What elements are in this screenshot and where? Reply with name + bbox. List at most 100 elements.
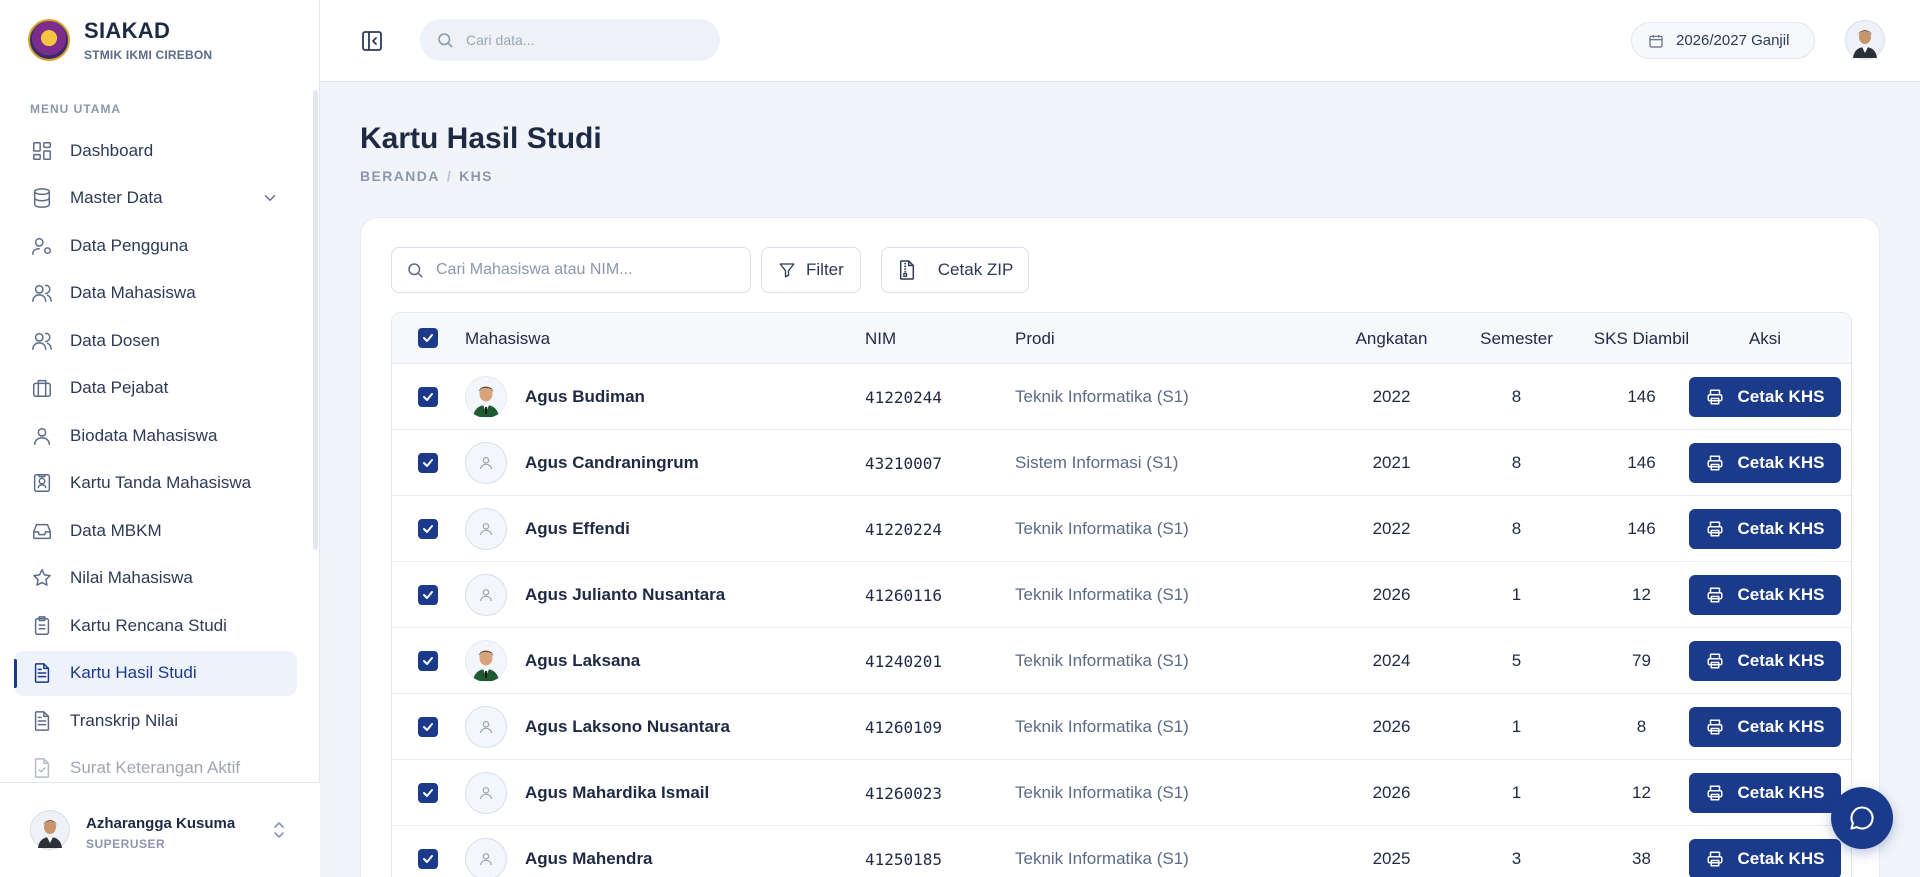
table-row[interactable]: Agus Mahendra 41250185 Teknik Informatika …	[392, 826, 1851, 877]
print-khs-button[interactable]: Cetak KHS	[1689, 377, 1841, 417]
student-name: Agus Julianto Nusantara	[525, 585, 726, 604]
print-zip-button[interactable]: Cetak ZIP	[880, 247, 1030, 293]
table-row[interactable]: Agus Laksana 41240201 Teknik Informatika (…	[392, 628, 1851, 694]
check-icon	[423, 591, 433, 599]
column-sks[interactable]: SKS Diambil	[1579, 329, 1704, 349]
user-icon	[480, 523, 492, 536]
user-profile-menu[interactable]: Azharangga Kusuma SUPERUSER	[0, 782, 320, 877]
print-khs-button[interactable]: Cetak KHS	[1689, 509, 1841, 549]
sidebar-item-kartu-tanda-mahasiswa[interactable]: Kartu Tanda Mahasiswa	[14, 461, 297, 506]
sidebar-item-label: Kartu Rencana Studi	[70, 615, 227, 635]
sidebar-scrollbar[interactable]	[313, 90, 318, 550]
student-nim: 41260116	[865, 585, 943, 605]
print-khs-button[interactable]: Cetak KHS	[1689, 443, 1841, 483]
student-sks: 8	[1636, 717, 1647, 736]
sidebar-item-master-data[interactable]: Master Data	[14, 176, 297, 221]
row-checkbox[interactable]	[418, 387, 438, 407]
student-angkatan: 2025	[1372, 849, 1411, 868]
column-angkatan[interactable]: Angkatan	[1329, 329, 1454, 349]
sidebar-item-biodata-mahasiswa[interactable]: Biodata Mahasiswa	[14, 413, 297, 458]
filter-label: Filter	[806, 260, 844, 279]
header-avatar[interactable]	[1845, 20, 1885, 60]
sidebar-item-label: Data Mahasiswa	[70, 283, 196, 302]
global-search-input[interactable]	[466, 32, 696, 48]
file-check-icon	[30, 756, 54, 780]
filter-button[interactable]: Filter	[761, 247, 861, 293]
row-checkbox[interactable]	[418, 849, 438, 869]
table-row[interactable]: Agus Laksono Nusantara 41260109 Teknik Inf…	[392, 694, 1851, 760]
id-card-icon	[30, 471, 54, 495]
row-checkbox[interactable]	[418, 519, 438, 539]
column-mahasiswa[interactable]: Mahasiswa	[465, 329, 550, 349]
print-khs-button[interactable]: Cetak KHS	[1689, 575, 1841, 615]
printer-icon	[1707, 521, 1723, 537]
printer-icon	[1707, 587, 1723, 603]
sidebar-item-nilai-mahasiswa[interactable]: Nilai Mahasiswa	[14, 556, 297, 601]
table-row[interactable]: Agus Mahardika Ismail 41260023 Teknik Info…	[392, 760, 1851, 826]
student-semester: 1	[1511, 717, 1522, 736]
breadcrumb-current: KHS	[459, 168, 493, 184]
check-icon	[423, 789, 433, 797]
student-photo	[465, 640, 507, 682]
table-row[interactable]: Agus Budiman 41220244 Teknik Informatika (…	[392, 364, 1851, 430]
table-row[interactable]: Agus Candraningrum 43210007 Sistem Informa…	[392, 430, 1851, 496]
student-name: Agus Effendi	[525, 519, 630, 538]
sidebar-item-dashboard[interactable]: Dashboard	[14, 128, 297, 173]
student-angkatan: 2026	[1372, 585, 1411, 604]
user-icon	[480, 853, 492, 866]
chevron-down-icon[interactable]	[261, 189, 279, 207]
file-text-icon	[30, 709, 54, 733]
sidebar-item-kartu-rencana-studi[interactable]: Kartu Rencana Studi	[14, 603, 297, 648]
chat-button[interactable]	[1831, 787, 1893, 849]
print-khs-button[interactable]: Cetak KHS	[1689, 707, 1841, 747]
breadcrumb-separator: /	[446, 168, 453, 184]
table-row[interactable]: Agus Julianto Nusantara 41260116 Teknik In…	[392, 562, 1851, 628]
sidebar-collapse-icon[interactable]	[360, 29, 384, 53]
print-khs-button[interactable]: Cetak KHS	[1689, 641, 1841, 681]
avatar-placeholder	[465, 706, 507, 748]
global-search[interactable]	[420, 19, 720, 61]
sidebar-item-data-mahasiswa[interactable]: Data Mahasiswa	[14, 271, 297, 316]
star-icon	[30, 566, 54, 590]
breadcrumb-home[interactable]: BERANDA	[360, 168, 440, 184]
print-khs-label: Cetak KHS	[1737, 717, 1825, 736]
student-name: Agus Mahendra	[525, 849, 653, 868]
printer-icon	[1707, 719, 1723, 735]
row-checkbox[interactable]	[418, 453, 438, 473]
student-semester: 1	[1511, 585, 1522, 604]
academic-period-selector[interactable]: 2026/2027 Ganjil	[1631, 22, 1815, 59]
student-search-input[interactable]	[436, 261, 736, 279]
print-khs-label: Cetak KHS	[1737, 783, 1825, 802]
row-checkbox[interactable]	[418, 651, 438, 671]
sidebar-item-data-pengguna[interactable]: Data Pengguna	[14, 223, 297, 268]
chevron-up-down-icon	[274, 822, 284, 838]
sidebar-item-label: Kartu Tanda Mahasiswa	[70, 473, 252, 492]
column-nim[interactable]: NIM	[865, 329, 896, 349]
print-khs-button[interactable]: Cetak KHS	[1689, 773, 1841, 813]
sidebar-item-data-dosen[interactable]: Data Dosen	[14, 318, 297, 363]
student-name: Agus Mahardika Ismail	[525, 783, 710, 802]
printer-icon	[1707, 389, 1723, 405]
sidebar-item-transkrip-nilai[interactable]: Transkrip Nilai	[14, 698, 297, 743]
table-row[interactable]: Agus Effendi 41220224 Teknik Informatika (…	[392, 496, 1851, 562]
menu-heading: MENU UTAMA	[30, 102, 122, 116]
column-prodi[interactable]: Prodi	[1015, 329, 1055, 349]
row-checkbox[interactable]	[418, 783, 438, 803]
select-all-checkbox[interactable]	[418, 328, 438, 348]
student-prodi: Sistem Informasi (S1)	[1015, 453, 1179, 472]
printer-icon	[1707, 455, 1723, 471]
sidebar-item-label: Master Data	[70, 188, 163, 207]
sidebar-item-kartu-hasil-studi[interactable]: Kartu Hasil Studi	[14, 650, 297, 696]
print-khs-label: Cetak KHS	[1737, 585, 1825, 604]
print-khs-button[interactable]: Cetak KHS	[1689, 839, 1841, 877]
app-title: SIAKAD	[84, 18, 171, 43]
sidebar-item-surat-keterangan-aktif[interactable]: Surat Keterangan Aktif	[14, 746, 297, 781]
row-checkbox[interactable]	[418, 717, 438, 737]
sidebar-item-data-pejabat[interactable]: Data Pejabat	[14, 366, 297, 411]
sidebar-item-data-mbkm[interactable]: Data MBKM	[14, 508, 297, 553]
brand[interactable]: SIAKAD STMIK IKMI CIREBON	[28, 18, 212, 62]
row-checkbox[interactable]	[418, 585, 438, 605]
student-search[interactable]	[391, 247, 751, 293]
print-khs-label: Cetak KHS	[1737, 387, 1825, 406]
column-semester[interactable]: Semester	[1454, 329, 1579, 349]
